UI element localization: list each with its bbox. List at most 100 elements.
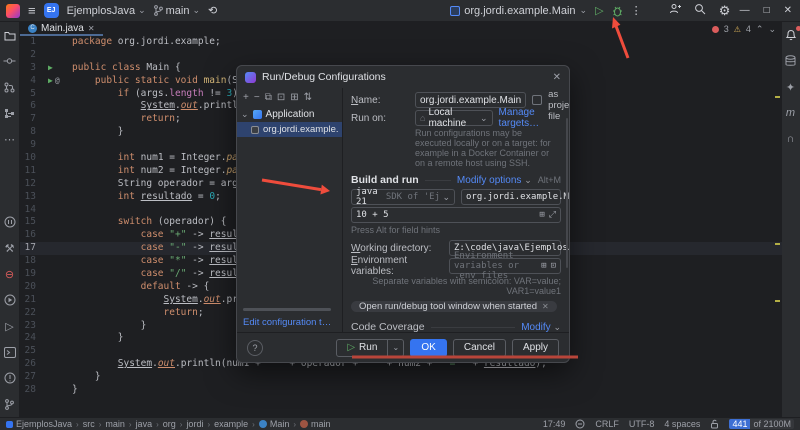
expand-field-icon[interactable]: ⤢: [549, 210, 556, 220]
tree-group-application[interactable]: ⌄ Application: [237, 107, 342, 122]
breadcrumb-item[interactable]: main: [300, 419, 331, 429]
commit-tool-icon[interactable]: [2, 53, 18, 69]
program-arguments-input[interactable]: 10 + 5 ⊞ ⤢: [351, 207, 561, 223]
code-line[interactable]: 1package org.jordi.example;: [20, 36, 782, 49]
dialog-title-bar[interactable]: Run/Debug Configurations ✕: [237, 66, 569, 88]
notifications-bell-icon[interactable]: [783, 27, 799, 43]
open-tool-window-chip[interactable]: Open run/debug tool window when started …: [351, 301, 557, 312]
tab-label: Main.java: [41, 23, 84, 34]
folder-group-icon[interactable]: ⊞: [290, 92, 298, 103]
debug-button[interactable]: [612, 5, 623, 17]
window-close-button[interactable]: ✕: [784, 5, 792, 16]
remove-configuration-icon[interactable]: −: [254, 92, 260, 103]
tree-expand-icon[interactable]: ⌄: [241, 109, 249, 120]
settings-gear-icon[interactable]: ⚙: [718, 3, 732, 19]
breadcrumb-item[interactable]: src: [83, 419, 95, 429]
main-class-input[interactable]: org.jordi.example.Main ⊡: [461, 189, 561, 205]
highlighting-level-icon[interactable]: [575, 419, 585, 429]
database-tool-icon[interactable]: [783, 53, 799, 69]
apply-button[interactable]: Apply: [512, 339, 559, 357]
environment-variables-input[interactable]: Environment variables or .env files ⊞ ⊡: [449, 258, 561, 274]
run-tool-icon[interactable]: ▷: [2, 318, 18, 334]
run-on-select[interactable]: ⌂ Local machine ⌄: [415, 110, 493, 126]
line-separator-widget[interactable]: CRLF: [595, 419, 619, 429]
search-icon[interactable]: [693, 3, 707, 18]
run-options-arrow[interactable]: ⌄: [388, 339, 404, 357]
breadcrumb-item[interactable]: EjemplosJava: [6, 419, 72, 429]
modify-options-link[interactable]: Modify options ⌄: [457, 175, 532, 186]
name-input[interactable]: org.jordi.example.Main: [415, 92, 526, 108]
run-on-help-line1: Run configurations may be executed local…: [415, 128, 561, 148]
cancel-button[interactable]: Cancel: [453, 339, 506, 357]
more-tool-windows-icon[interactable]: ⋯: [2, 131, 18, 147]
tab-main-java[interactable]: C Main.java ✕: [20, 22, 103, 36]
tab-close-icon[interactable]: ✕: [88, 24, 95, 33]
store-as-project-file-checkbox[interactable]: [532, 95, 542, 105]
form-scrollbar[interactable]: [566, 118, 568, 268]
dialog-close-icon[interactable]: ✕: [553, 72, 561, 83]
ok-button[interactable]: OK: [410, 339, 446, 357]
browse-folder-icon[interactable]: ⊞: [541, 261, 546, 271]
ai-assistant-tool-icon[interactable]: ✦: [783, 79, 799, 95]
maven-tool-icon[interactable]: m: [783, 105, 799, 121]
add-configuration-icon[interactable]: +: [243, 92, 249, 103]
terminal-tool-icon[interactable]: [2, 344, 18, 360]
tree-horizontal-scrollbar[interactable]: [243, 308, 331, 311]
problems-tool-icon[interactable]: ⊖: [2, 266, 18, 282]
run-gutter-icon[interactable]: ▶: [48, 62, 53, 75]
jdk-select[interactable]: java 21 SDK of 'Ejempl ⌄: [351, 189, 455, 205]
project-tool-icon[interactable]: [2, 27, 18, 43]
indent-widget[interactable]: 4 spaces: [664, 419, 700, 429]
code-line[interactable]: 27 }: [20, 371, 782, 384]
project-widget[interactable]: EjemplosJava ⌄: [67, 5, 146, 17]
caret-position-widget[interactable]: 17:49: [543, 419, 566, 429]
save-configuration-icon[interactable]: ⊡: [277, 92, 285, 103]
help-button[interactable]: ?: [247, 340, 263, 356]
main-menu-icon[interactable]: ≡: [28, 3, 36, 18]
window-minimize-button[interactable]: —: [740, 5, 750, 16]
code-line[interactable]: 28}: [20, 384, 782, 397]
version-control-tool-icon[interactable]: [2, 396, 18, 412]
copy-configuration-icon[interactable]: ⧉: [265, 92, 272, 103]
profiler-tool-icon[interactable]: [2, 214, 18, 230]
run-button[interactable]: ▷: [595, 4, 603, 17]
code-line[interactable]: 2: [20, 49, 782, 62]
sort-configurations-icon[interactable]: ⇅: [304, 92, 312, 103]
vcs-branch-widget[interactable]: main ⌄: [154, 5, 200, 17]
code-with-me-icon[interactable]: [668, 3, 682, 18]
edit-templates-link[interactable]: Edit configuration templates…: [243, 317, 336, 328]
run-split-button[interactable]: ▷ Run ⌄: [336, 339, 404, 357]
inspections-widget[interactable]: 3 ⚠ 4 ⌃ ⌄: [712, 24, 782, 35]
more-actions-icon[interactable]: ⋮: [631, 4, 642, 17]
manage-targets-link[interactable]: Manage targets…: [499, 107, 561, 129]
problems-view-icon[interactable]: [2, 370, 18, 386]
run-gutter-icon[interactable]: ▶: [48, 75, 53, 88]
tree-item-selected-config[interactable]: org.jordi.example.Main: [237, 122, 342, 137]
breadcrumb-item[interactable]: example: [214, 419, 248, 429]
encoding-widget[interactable]: UTF-8: [629, 419, 655, 429]
pull-requests-tool-icon[interactable]: [2, 79, 18, 95]
prev-problem-icon[interactable]: ⌃: [756, 24, 764, 35]
breadcrumb-item[interactable]: main: [105, 419, 125, 429]
debug-tool-icon[interactable]: [2, 292, 18, 308]
run-on-help-line2: example in a Docker Container or on a re…: [415, 148, 561, 168]
macros-icon[interactable]: ⊡: [551, 261, 556, 271]
editor-tab-bar: C Main.java ✕ 3 ⚠ 4 ⌃ ⌄: [20, 22, 782, 36]
line-number: 2: [20, 49, 36, 62]
lock-icon[interactable]: [710, 419, 719, 429]
breadcrumb-item[interactable]: Main: [259, 419, 290, 429]
memory-indicator-widget[interactable]: 441 of 2100M: [729, 419, 794, 429]
run-configuration-dropdown[interactable]: org.jordi.example.Main ⌄: [450, 5, 587, 17]
next-problem-icon[interactable]: ⌄: [768, 24, 776, 35]
build-tool-icon[interactable]: ⚒: [2, 240, 18, 256]
breadcrumb-item[interactable]: org: [163, 419, 176, 429]
structure-tool-icon[interactable]: [2, 105, 18, 121]
chip-remove-icon[interactable]: ✕: [542, 302, 549, 311]
history-icon[interactable]: ⟲: [208, 4, 217, 17]
breadcrumb-item[interactable]: java: [136, 419, 153, 429]
project-badge-icon[interactable]: EJ: [44, 3, 59, 18]
window-maximize-button[interactable]: □: [764, 5, 770, 16]
gradle-tool-icon[interactable]: ∩: [783, 131, 799, 147]
breadcrumb-item[interactable]: jordi: [186, 419, 203, 429]
macros-icon[interactable]: ⊞: [539, 210, 544, 220]
